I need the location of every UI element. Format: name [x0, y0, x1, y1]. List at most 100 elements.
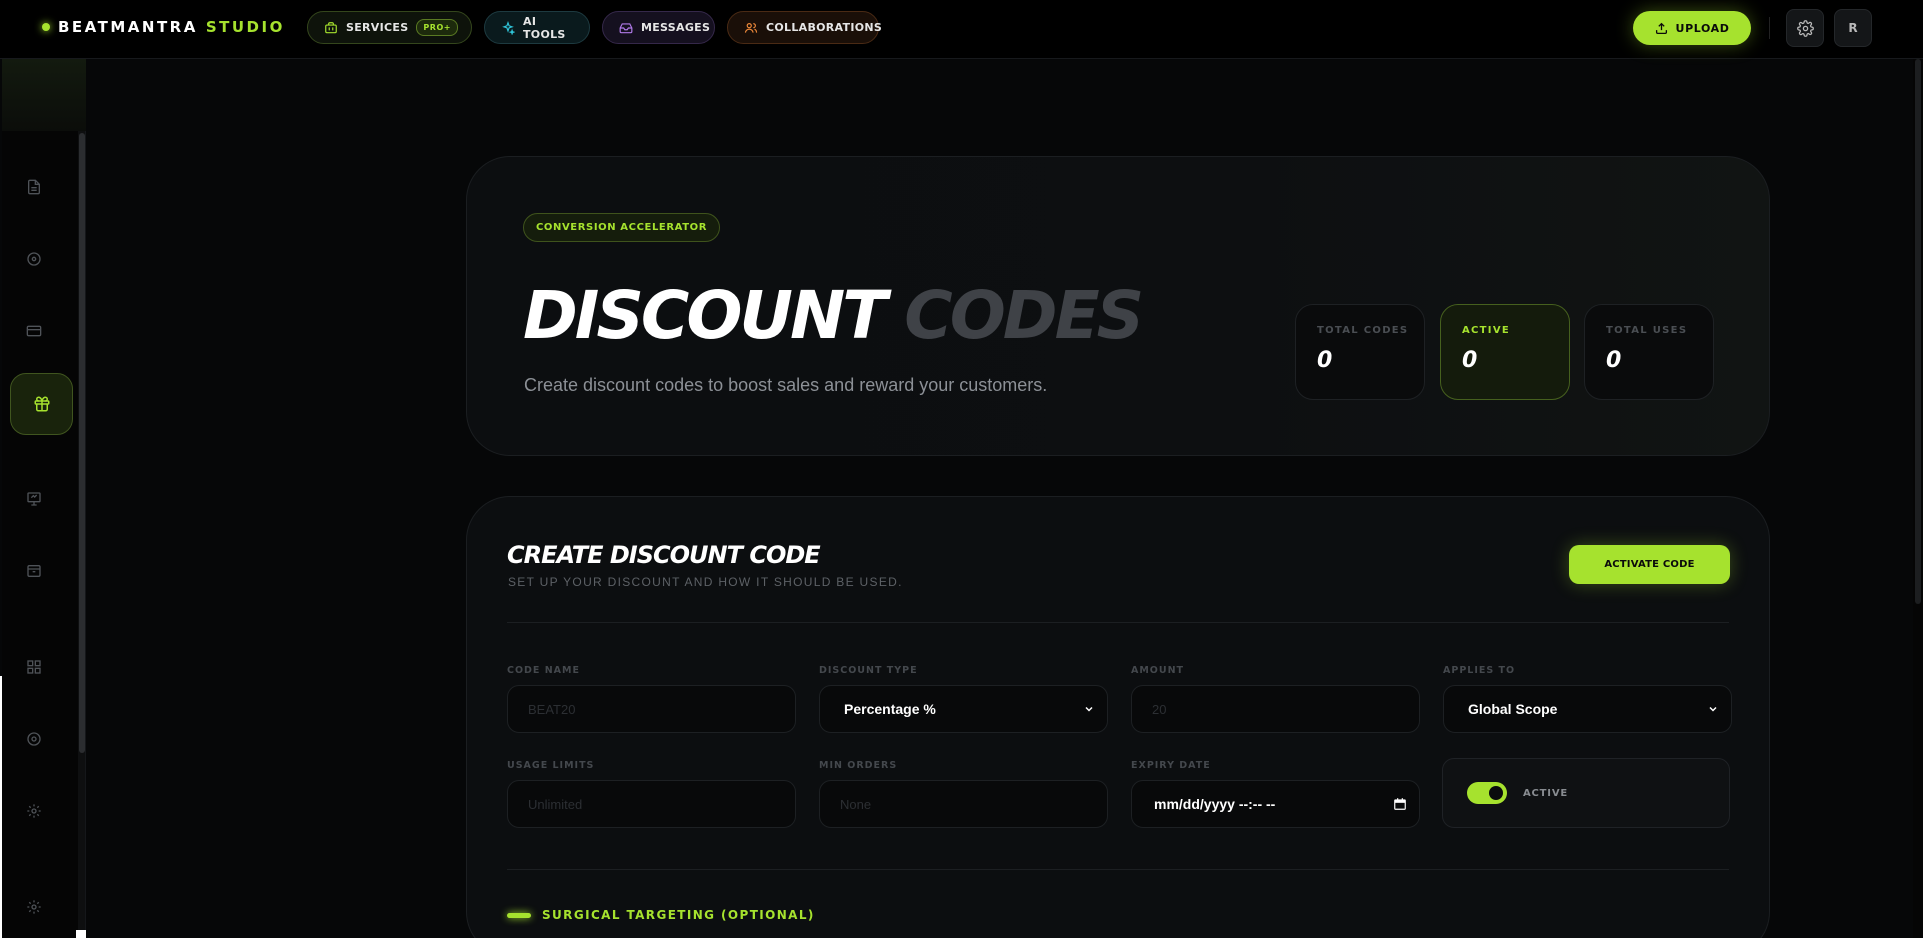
top-bar: BEATMANTRA STUDIO SERVICES PRO+ AI TOOLS…: [0, 0, 1923, 59]
sparkles-icon: [501, 20, 515, 35]
usage-limits-field[interactable]: Unlimited: [507, 780, 796, 828]
nav-ai-tools-label: AI TOOLS: [523, 14, 566, 41]
inbox-icon: [619, 21, 633, 35]
sidebar-item-settings[interactable]: [24, 801, 44, 821]
amount-label: AMOUNT: [1131, 665, 1185, 676]
nav-services[interactable]: SERVICES PRO+: [307, 11, 472, 44]
nav-messages-label: MESSAGES: [641, 21, 711, 34]
stat-label: TOTAL USES: [1606, 325, 1688, 336]
record-icon: [26, 731, 42, 747]
discount-type-label: DISCOUNT TYPE: [819, 665, 918, 676]
settings-button[interactable]: [1786, 9, 1824, 47]
users-icon: [744, 21, 758, 35]
stat-label: ACTIVE: [1462, 325, 1510, 336]
avatar-initial: R: [1848, 21, 1858, 35]
gear-icon: [26, 899, 42, 915]
brand-logo[interactable]: BEATMANTRA STUDIO: [42, 0, 285, 54]
page-scroll-track: [1913, 59, 1923, 938]
stat-value: 0: [1462, 348, 1478, 373]
sidebar-item-releases[interactable]: [24, 249, 44, 269]
create-subtitle: SET UP YOUR DISCOUNT AND HOW IT SHOULD B…: [508, 575, 903, 589]
credit-card-icon: [26, 323, 42, 339]
usage-limits-label: USAGE LIMITS: [507, 760, 595, 771]
sidebar-item-archive[interactable]: [24, 561, 44, 581]
active-toggle-panel: ACTIVE: [1442, 758, 1730, 828]
chevron-down-icon: [1707, 703, 1719, 715]
brand-name: BEATMANTRA: [58, 18, 198, 36]
upload-label: UPLOAD: [1675, 21, 1730, 35]
activate-code-button[interactable]: ACTIVATE CODE: [1569, 545, 1730, 584]
sidebar-item-dashboard[interactable]: [24, 657, 44, 677]
divider: [507, 869, 1729, 870]
pro-badge: PRO+: [416, 19, 458, 36]
stat-total-uses: TOTAL USES 0: [1584, 304, 1714, 400]
avatar[interactable]: R: [1834, 9, 1872, 47]
grid-icon: [26, 659, 42, 675]
upload-icon: [1655, 22, 1668, 35]
code-name-field[interactable]: BEAT20: [507, 685, 796, 733]
divider: [507, 622, 1729, 623]
stat-label: TOTAL CODES: [1317, 325, 1409, 336]
applies-to-select[interactable]: Global Scope: [1443, 685, 1732, 733]
code-name-label: CODE NAME: [507, 665, 580, 676]
nav-services-label: SERVICES: [346, 21, 409, 34]
sidebar-item-preferences[interactable]: [24, 897, 44, 917]
min-orders-placeholder: None: [840, 796, 872, 812]
expiry-date-value: mm/dd/yyyy --:-- --: [1154, 796, 1276, 812]
discount-type-value: Percentage %: [844, 701, 936, 717]
sidebar: [2, 59, 86, 938]
calendar-icon[interactable]: [1393, 797, 1407, 811]
nav-messages[interactable]: MESSAGES: [602, 11, 715, 44]
sidebar-item-record[interactable]: [24, 729, 44, 749]
upload-button[interactable]: UPLOAD: [1633, 11, 1751, 45]
archive-icon: [26, 563, 42, 579]
create-title: CREATE DISCOUNT CODE: [507, 541, 821, 569]
hero-badge: CONVERSION ACCELERATOR: [523, 213, 720, 242]
sidebar-item-discounts[interactable]: [10, 373, 73, 435]
nav-collaborations-label: COLLABORATIONS: [766, 21, 883, 34]
stat-active: ACTIVE 0: [1440, 304, 1570, 400]
brand-dot: [42, 23, 50, 31]
presentation-icon: [26, 491, 42, 507]
stat-total-codes: TOTAL CODES 0: [1295, 304, 1425, 400]
nav-ai-tools[interactable]: AI TOOLS: [484, 11, 590, 44]
sidebar-scrollbar[interactable]: [79, 133, 85, 753]
toggle-knob: [1489, 786, 1503, 800]
sidebar-header: [2, 59, 86, 131]
section-accent-bar: [507, 912, 531, 918]
page-title-primary: DISCOUNT: [523, 277, 887, 354]
sidebar-item-payments[interactable]: [24, 321, 44, 341]
targeting-section-header[interactable]: SURGICAL TARGETING (OPTIONAL): [507, 908, 815, 922]
applies-to-value: Global Scope: [1468, 701, 1558, 717]
page-scrollbar[interactable]: [1915, 59, 1921, 604]
window-corner: [76, 930, 86, 938]
hero-card: CONVERSION ACCELERATOR DISCOUNT CODES Cr…: [466, 156, 1770, 456]
usage-limits-placeholder: Unlimited: [528, 796, 583, 812]
nav-collaborations[interactable]: COLLABORATIONS: [727, 11, 883, 44]
stat-value: 0: [1317, 348, 1333, 373]
chevron-down-icon: [1083, 703, 1095, 715]
gear-icon: [26, 803, 42, 819]
briefcase-icon: [324, 21, 338, 35]
sidebar-item-presentation[interactable]: [24, 489, 44, 509]
active-toggle[interactable]: [1467, 782, 1507, 804]
expiry-date-field[interactable]: mm/dd/yyyy --:-- --: [1131, 780, 1420, 828]
amount-field[interactable]: 20: [1131, 685, 1420, 733]
brand-accent: STUDIO: [205, 18, 285, 36]
page-title-secondary: CODES: [904, 277, 1144, 354]
applies-to-label: APPLIES TO: [1443, 665, 1516, 676]
page-subtitle: Create discount codes to boost sales and…: [524, 375, 1048, 395]
targeting-label: SURGICAL TARGETING (OPTIONAL): [542, 908, 815, 922]
window-edge: [0, 676, 2, 938]
disc-icon: [26, 251, 42, 267]
create-discount-card: CREATE DISCOUNT CODE SET UP YOUR DISCOUN…: [466, 496, 1770, 938]
sidebar-item-documents[interactable]: [24, 177, 44, 197]
discount-type-select[interactable]: Percentage %: [819, 685, 1108, 733]
document-icon: [26, 179, 42, 195]
stat-value: 0: [1606, 348, 1622, 373]
min-orders-field[interactable]: None: [819, 780, 1108, 828]
expiry-date-label: EXPIRY DATE: [1131, 760, 1211, 771]
amount-placeholder: 20: [1152, 701, 1167, 717]
min-orders-label: MIN ORDERS: [819, 760, 898, 771]
gear-icon: [1796, 19, 1814, 37]
